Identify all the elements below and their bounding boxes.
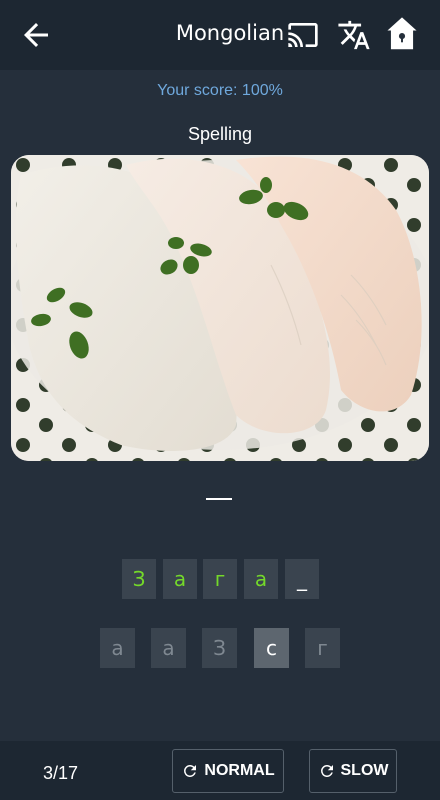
cast-button[interactable] (287, 19, 319, 51)
letter-choice[interactable]: с (254, 628, 289, 668)
score-text: Your score: 100% (157, 82, 283, 99)
answer-placeholder-line (206, 498, 232, 500)
answer-slot: а (163, 559, 197, 599)
home-icon (387, 17, 417, 50)
answer-slot: г (203, 559, 237, 599)
normal-speed-label: NORMAL (204, 762, 275, 779)
slow-speed-button[interactable]: SLOW (309, 749, 397, 793)
answer-slot-empty: _ (285, 559, 319, 599)
letter-choice[interactable]: г (305, 628, 340, 668)
replay-icon (184, 765, 197, 777)
fish-fillet-image (11, 155, 429, 461)
app-bar: Mongolian (0, 0, 440, 70)
answer-slot: З (122, 559, 156, 599)
question-progress: 3/17 (43, 763, 79, 783)
slow-speed-label: SLOW (340, 762, 389, 779)
cast-icon (288, 23, 318, 47)
translate-icon (338, 20, 370, 50)
replay-icon (320, 765, 333, 777)
quiz-image (11, 155, 429, 461)
answer-slot: а (244, 559, 278, 599)
letter-choice[interactable]: а (100, 628, 135, 668)
letter-choice[interactable]: З (202, 628, 237, 668)
quiz-mode-label: Spelling (187, 124, 253, 144)
translate-button[interactable] (337, 18, 371, 52)
home-button[interactable] (385, 16, 419, 52)
letter-choice[interactable]: а (151, 628, 186, 668)
normal-speed-button[interactable]: NORMAL (172, 749, 284, 793)
